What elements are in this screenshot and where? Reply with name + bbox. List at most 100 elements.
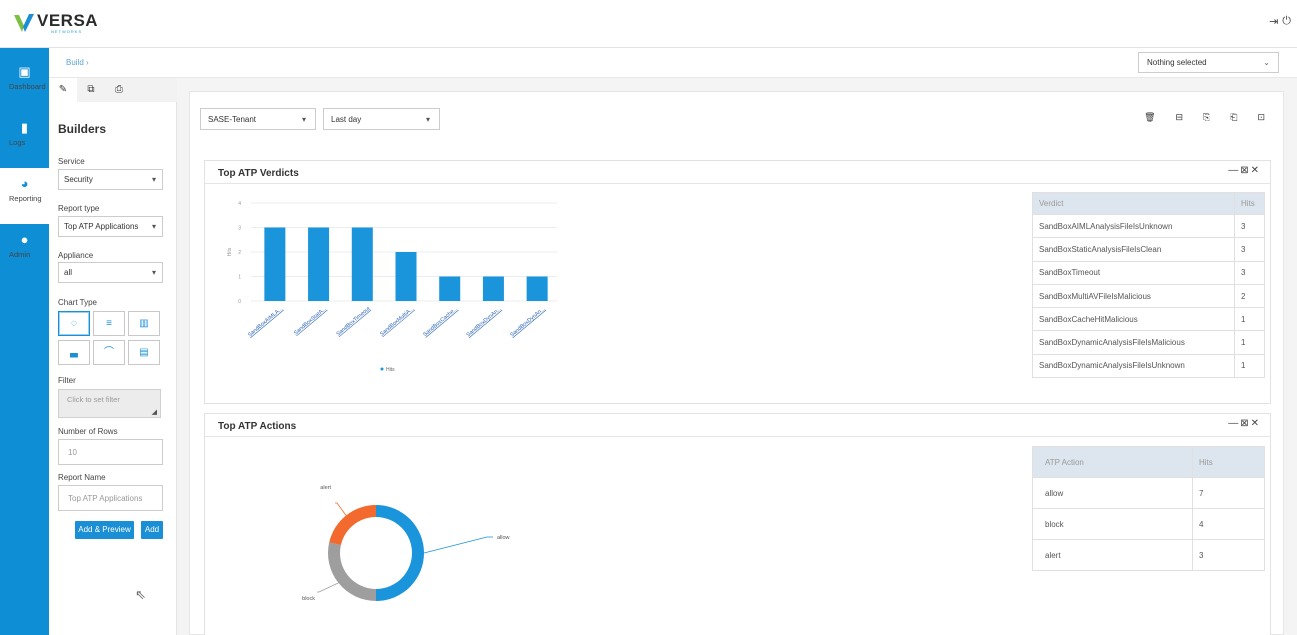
verdict-cell: SandBoxTimeout [1032, 260, 1235, 285]
atp-action-column-header[interactable]: ATP Action [1032, 446, 1193, 478]
hits-cell: 2 [1234, 283, 1265, 309]
panel-controls[interactable]: —⊠✕ [1228, 418, 1261, 429]
breadcrumb[interactable]: Build › [66, 58, 89, 67]
x-tick-label[interactable]: SandBoxAIMLA... [247, 306, 284, 339]
filter-textarea[interactable]: Click to set filter ◢ [58, 389, 161, 418]
chevron-down-icon: ▾ [151, 175, 156, 184]
stacked-column-chart-type-icon[interactable]: ▤ [128, 340, 160, 365]
table-row: SandBoxDynamicAnalysisFileIsUnknown 1 [1032, 353, 1265, 379]
top-atp-actions-panel: Top ATP Actions —⊠✕ allow block alert ATP … [204, 413, 1271, 635]
bar[interactable] [439, 276, 461, 302]
verdict-column-header[interactable]: Verdict [1032, 192, 1235, 215]
bar[interactable] [308, 227, 330, 302]
appliance-multiselect[interactable]: Nothing selected ⌄ [1138, 52, 1279, 73]
y-tick-label: 0 [238, 299, 241, 305]
line-chart-type-icon[interactable]: ⌒ [93, 340, 125, 365]
edit-widget-icon[interactable]: ⊠ [1240, 165, 1250, 176]
verdict-cell: SandBoxAIMLAnalysisFileIsUnknown [1032, 213, 1235, 239]
table-row: SandBoxDynamicAnalysisFileIsMalicious 1 [1032, 330, 1265, 355]
power-icon[interactable]: ⏻ [1282, 15, 1291, 28]
x-tick-label[interactable]: SandBoxStatA... [293, 306, 328, 337]
legend-label[interactable]: Hits [386, 367, 395, 373]
horizontal-bar-chart-type-icon[interactable]: ≡ [93, 311, 125, 336]
edit-icon[interactable]: ✎ [49, 78, 77, 102]
donut-chart-type-icon[interactable]: ◌ [58, 311, 90, 336]
breadcrumb-bar: Build › Nothing selected ⌄ [49, 48, 1297, 78]
bar[interactable] [351, 227, 373, 302]
add-button[interactable]: Add [141, 521, 163, 539]
donut-slice-alert[interactable] [329, 505, 376, 545]
panel-header: Top ATP Verdicts —⊠✕ [205, 161, 1270, 184]
chevron-down-icon: ▾ [151, 268, 156, 277]
builders-title: Builders [58, 122, 107, 136]
atp-action-cell: alert [1032, 539, 1193, 571]
hits-cell: 1 [1234, 330, 1265, 355]
donut-slice-allow[interactable] [376, 505, 424, 601]
hits-cell: 1 [1234, 353, 1265, 379]
add-and-preview-button[interactable]: Add & Preview [75, 521, 134, 539]
export-csv-icon[interactable]: ⎗ [1230, 112, 1237, 123]
time-range-select[interactable]: Last day ▾ [323, 108, 440, 130]
schedule-icon[interactable]: ⊟ [1176, 112, 1184, 123]
rows-placeholder: 10 [68, 448, 77, 457]
edit-widget-icon[interactable]: ⊠ [1240, 418, 1250, 429]
nav-label: Reporting [9, 194, 42, 203]
x-tick-label[interactable]: SandBoxTimeout [336, 306, 372, 338]
close-icon[interactable]: ✕ [1251, 418, 1261, 429]
breadcrumb-build[interactable]: Build [66, 58, 84, 67]
x-tick-label[interactable]: SandBoxDynAn... [466, 306, 503, 339]
x-tick-label[interactable]: SandBoxDynAn... [509, 306, 546, 339]
report-type-select[interactable]: Top ATP Applications ▾ [58, 216, 163, 237]
hits-column-header[interactable]: Hits [1234, 192, 1265, 215]
nav-item-admin[interactable]: ● Admin [0, 224, 49, 280]
logout-icon[interactable]: ⇥ [1269, 15, 1278, 28]
bar[interactable] [482, 276, 504, 302]
number-of-rows-input[interactable]: 10 [58, 439, 163, 465]
x-tick-label[interactable]: SandBoxCache... [422, 306, 459, 338]
nav-item-logs[interactable]: ▮ Logs [0, 112, 49, 168]
x-tick-label[interactable]: SandBoxMultiA... [379, 306, 416, 338]
panel-controls[interactable]: —⊠✕ [1228, 165, 1261, 176]
report-type-value: Top ATP Applications [64, 222, 139, 231]
minimize-icon[interactable]: — [1228, 418, 1240, 429]
resize-handle-icon[interactable]: ◢ [152, 408, 157, 416]
admin-icon: ● [20, 232, 29, 247]
nav-item-reporting[interactable]: ◕ Reporting [0, 168, 49, 224]
hits-column-header[interactable]: Hits [1192, 446, 1265, 478]
report-canvas: SASE-Tenant ▾ Last day ▾ 🗑︎ ⊟ ⎘ ⎗ ⊡ Top … [189, 91, 1284, 635]
area-chart-type-icon[interactable]: ▃ [58, 340, 90, 365]
report-name-input[interactable]: Top ATP Applications [58, 485, 163, 511]
appliance-select[interactable]: all ▾ [58, 262, 163, 283]
donut-slice-block[interactable] [327, 542, 376, 601]
chart-type-label: Chart Type [58, 298, 97, 307]
table-row: allow 7 [1032, 477, 1265, 509]
chevron-down-icon: ▾ [151, 222, 156, 231]
print-icon[interactable]: ⎙ [105, 78, 133, 102]
verdict-cell: SandBoxMultiAVFileIsMalicious [1032, 283, 1235, 309]
close-icon[interactable]: ✕ [1251, 165, 1261, 176]
time-range-value: Last day [331, 115, 362, 124]
service-select[interactable]: Security ▾ [58, 169, 163, 190]
tenant-select[interactable]: SASE-Tenant ▾ [200, 108, 316, 130]
verdict-cell: SandBoxCacheHitMalicious [1032, 307, 1235, 332]
hits-cell: 7 [1192, 477, 1265, 509]
column-chart-type-icon[interactable]: ▥ [128, 311, 160, 336]
reporting-icon: ◕ [20, 176, 29, 191]
filter-label: Filter [58, 376, 76, 385]
service-value: Security [64, 175, 93, 184]
builders-panel: ✎ ⧉ ⎙ Builders Service Security ▾ Report… [49, 78, 177, 635]
y-tick-label: 2 [238, 250, 241, 256]
bar[interactable] [526, 276, 548, 302]
delete-icon[interactable]: 🗑︎ [1144, 112, 1155, 123]
bar[interactable] [264, 227, 286, 302]
hits-cell: 3 [1234, 237, 1265, 262]
atp-action-cell: allow [1032, 477, 1193, 509]
nav-item-dashboard[interactable]: ▣ Dashboard [0, 56, 49, 112]
slice-label-connector [317, 582, 339, 593]
hits-cell: 4 [1192, 508, 1265, 540]
bar[interactable] [395, 252, 417, 301]
save-icon[interactable]: ⊡ [1257, 112, 1265, 123]
minimize-icon[interactable]: — [1228, 165, 1240, 176]
copy-icon[interactable]: ⧉ [77, 78, 105, 102]
export-pdf-icon[interactable]: ⎘ [1203, 112, 1210, 123]
